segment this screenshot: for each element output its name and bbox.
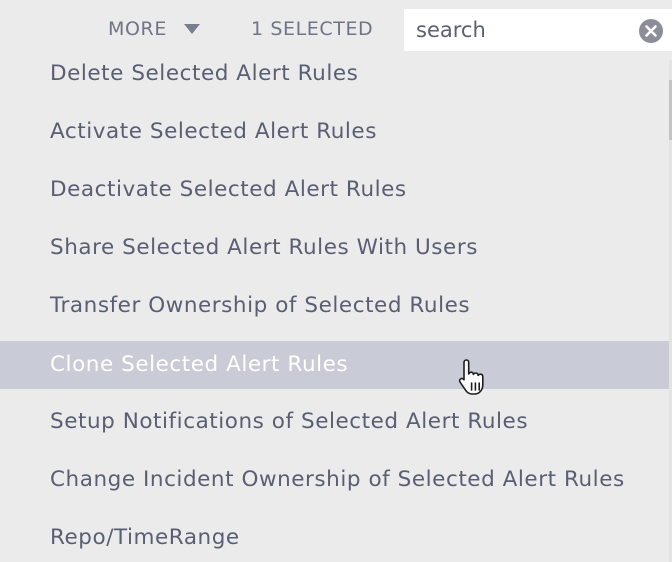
menu-item-activate-selected[interactable]: Activate Selected Alert Rules: [0, 108, 670, 156]
caret-down-icon: [183, 24, 200, 34]
menu-item-setup-notifications[interactable]: Setup Notifications of Selected Alert Ru…: [0, 398, 670, 446]
menu-item-clone-selected[interactable]: Clone Selected Alert Rules: [0, 341, 670, 389]
clear-icon[interactable]: [639, 19, 663, 43]
more-button[interactable]: MORE: [108, 16, 200, 42]
selected-count: 1 SELECTED: [251, 18, 374, 40]
more-label: MORE: [108, 18, 167, 40]
menu-item-repo-timerange[interactable]: Repo/TimeRange: [0, 514, 670, 562]
menu-item-transfer-ownership[interactable]: Transfer Ownership of Selected Rules: [0, 282, 670, 330]
menu-item-deactivate-selected[interactable]: Deactivate Selected Alert Rules: [0, 166, 670, 214]
menu-item-change-incident-ownership[interactable]: Change Incident Ownership of Selected Al…: [0, 456, 670, 504]
menu-item-delete-selected[interactable]: Delete Selected Alert Rules: [0, 50, 670, 98]
menu-item-share-with-users[interactable]: Share Selected Alert Rules With Users: [0, 224, 670, 272]
actions-menu: Delete Selected Alert Rules Activate Sel…: [0, 45, 670, 562]
